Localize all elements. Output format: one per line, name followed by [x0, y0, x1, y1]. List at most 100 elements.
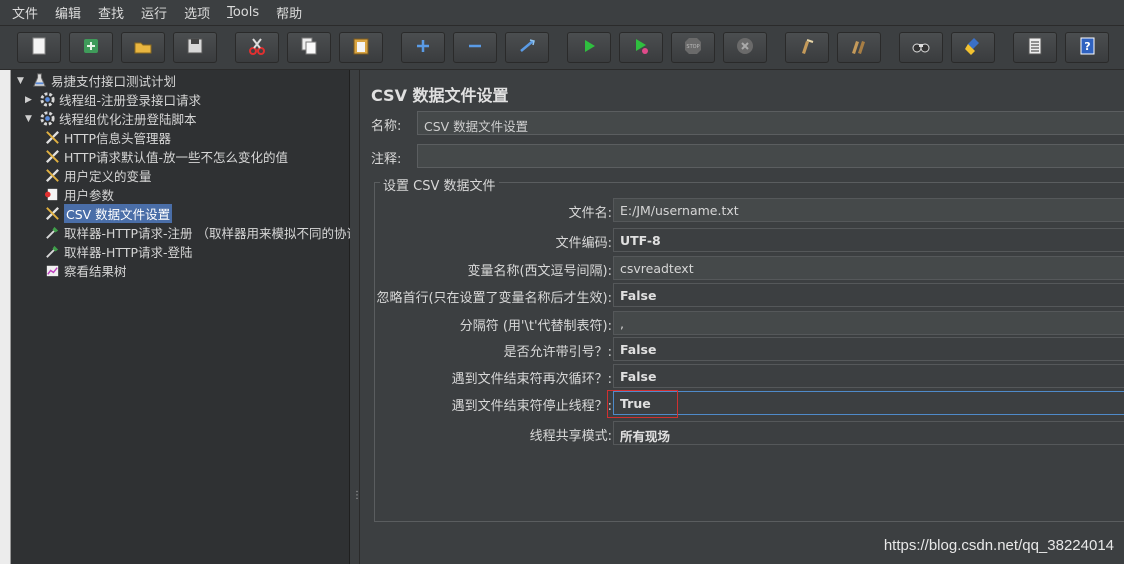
cut-button[interactable]	[235, 32, 279, 63]
name-input[interactable]: CSV 数据文件设置	[417, 111, 1124, 135]
test-plan-tree[interactable]: ▼ 易捷支付接口测试计划 ▶ 线程组-注册登录接口请求 ▼ 线程组优化注册登陆脚本 HTTP…	[11, 70, 359, 564]
menu-bar: 文件 编辑 查找 运行 选项 Tools 帮助	[0, 0, 1124, 26]
tree-node[interactable]: 察看结果树	[43, 261, 127, 280]
setting-value-field[interactable]: ,	[613, 311, 1124, 335]
tree-node-label: 察看结果树	[64, 264, 127, 279]
tree-node-label: HTTP请求默认值-放一些不怎么变化的值	[64, 150, 288, 165]
tree-node[interactable]: ▼ 线程组优化注册登陆脚本	[25, 109, 197, 128]
setting-label: 遇到文件结束符停止线程？:	[451, 399, 612, 414]
clear-all-button[interactable]	[837, 32, 881, 63]
search-button[interactable]	[899, 32, 943, 63]
name-label: 名称:	[371, 119, 402, 134]
templates-icon	[80, 35, 102, 61]
setting-value-field[interactable]: True	[613, 391, 1124, 415]
tree-node-label: 易捷支付接口测试计划	[51, 74, 177, 89]
paste-button[interactable]	[339, 32, 383, 63]
listener-chart-icon	[43, 262, 61, 280]
tree-node-label: 线程组优化注册登陆脚本	[59, 112, 197, 127]
setting-value-field[interactable]: csvreadtext	[613, 256, 1124, 280]
setting-value-field[interactable]: False	[613, 283, 1124, 307]
search-icon	[910, 35, 932, 61]
templates-button[interactable]	[69, 32, 113, 63]
pane-splitter[interactable]: ⋮	[350, 70, 362, 564]
copy-button[interactable]	[287, 32, 331, 63]
expanded-arrow-icon[interactable]: ▼	[17, 76, 27, 86]
save-button[interactable]	[173, 32, 217, 63]
svg-text:?: ?	[1084, 40, 1090, 53]
setting-label: 忽略首行(只在设置了变量名称后才生效):	[376, 291, 612, 306]
tree-node[interactable]: CSV 数据文件设置	[43, 204, 173, 223]
watermark: https://blog.csdn.net/qq_38224014	[883, 537, 1114, 554]
help-button[interactable]: ?	[1065, 32, 1109, 63]
new-icon	[28, 35, 50, 61]
left-edge-strip	[0, 70, 11, 564]
open-button[interactable]	[121, 32, 165, 63]
expand-icon	[412, 35, 434, 61]
reset-search-icon	[962, 35, 984, 61]
collapse-button[interactable]	[453, 32, 497, 63]
start-no-pause-button[interactable]	[619, 32, 663, 63]
preprocessor-icon	[43, 186, 61, 204]
menu-item-5[interactable]: Tools	[225, 3, 261, 22]
shutdown-button[interactable]	[723, 32, 767, 63]
tree-node[interactable]: ▼ 易捷支付接口测试计划	[17, 71, 176, 90]
function-helper-button[interactable]	[1013, 32, 1057, 63]
tree-node-label: 线程组-注册登录接口请求	[59, 93, 202, 108]
tree-node-label: 取样器-HTTP请求-注册 （取样器用来模拟不同的协议	[64, 226, 359, 241]
shutdown-icon	[734, 35, 756, 61]
panel-title: CSV 数据文件设置	[371, 86, 509, 105]
menu-item-0[interactable]: 文件	[10, 1, 40, 24]
config-wrench-icon	[43, 167, 61, 185]
clear-all-icon	[848, 35, 870, 61]
clear-button[interactable]	[785, 32, 829, 63]
comment-input[interactable]	[417, 144, 1124, 168]
csv-settings-group-title: 设置 CSV 数据文件	[380, 175, 499, 194]
copy-icon	[298, 35, 320, 61]
config-wrench-icon	[43, 148, 61, 166]
sampler-pipette-icon	[43, 243, 61, 261]
new-button[interactable]	[17, 32, 61, 63]
tree-node[interactable]: 用户参数	[43, 185, 114, 204]
collapsed-arrow-icon[interactable]: ▶	[25, 95, 35, 105]
tree-node[interactable]: 用户定义的变量	[43, 166, 152, 185]
function-helper-icon	[1024, 35, 1046, 61]
setting-label: 文件名:	[568, 206, 612, 221]
menu-item-4[interactable]: 选项	[182, 1, 212, 24]
comment-label: 注释:	[371, 152, 402, 167]
cut-icon	[246, 35, 268, 61]
tree-node-label: 取样器-HTTP请求-登陆	[64, 245, 193, 260]
setting-value-field[interactable]: False	[613, 364, 1124, 388]
clear-icon	[796, 35, 818, 61]
start-button[interactable]	[567, 32, 611, 63]
menu-item-2[interactable]: 查找	[96, 1, 126, 24]
tree-node[interactable]: 取样器-HTTP请求-注册 （取样器用来模拟不同的协议	[43, 223, 359, 242]
tree-node[interactable]: HTTP请求默认值-放一些不怎么变化的值	[43, 147, 288, 166]
setting-value-field[interactable]: False	[613, 337, 1124, 361]
setting-label: 遇到文件结束符再次循环？:	[451, 372, 612, 387]
tree-node[interactable]: ▶ 线程组-注册登录接口请求	[25, 90, 201, 109]
start-no-pause-icon	[630, 35, 652, 61]
toggle-icon	[516, 35, 538, 61]
reset-search-button[interactable]	[951, 32, 995, 63]
expanded-arrow-icon[interactable]: ▼	[25, 114, 35, 124]
menu-item-6[interactable]: 帮助	[274, 1, 304, 24]
setting-label: 是否允许带引号？:	[503, 345, 612, 360]
test-plan-icon	[30, 72, 48, 90]
setting-value-field[interactable]: E:/JM/username.txt	[613, 198, 1124, 222]
setting-label: 分隔符 (用'\t'代替制表符):	[459, 319, 612, 334]
stop-button[interactable]: STOP	[671, 32, 715, 63]
toggle-button[interactable]	[505, 32, 549, 63]
collapse-icon	[464, 35, 486, 61]
setting-value-field[interactable]: 所有现场	[613, 421, 1124, 445]
tree-node[interactable]: HTTP信息头管理器	[43, 128, 171, 147]
menu-item-1[interactable]: 编辑	[53, 1, 83, 24]
tree-node[interactable]: 取样器-HTTP请求-登陆	[43, 242, 193, 261]
paste-icon	[350, 35, 372, 61]
setting-value-field[interactable]: UTF-8	[613, 228, 1124, 252]
save-icon	[184, 35, 206, 61]
thread-group-icon	[38, 110, 56, 128]
tree-node-label: 用户定义的变量	[64, 169, 152, 184]
setting-label: 变量名称(西文逗号间隔):	[467, 264, 612, 279]
menu-item-3[interactable]: 运行	[139, 1, 169, 24]
expand-button[interactable]	[401, 32, 445, 63]
